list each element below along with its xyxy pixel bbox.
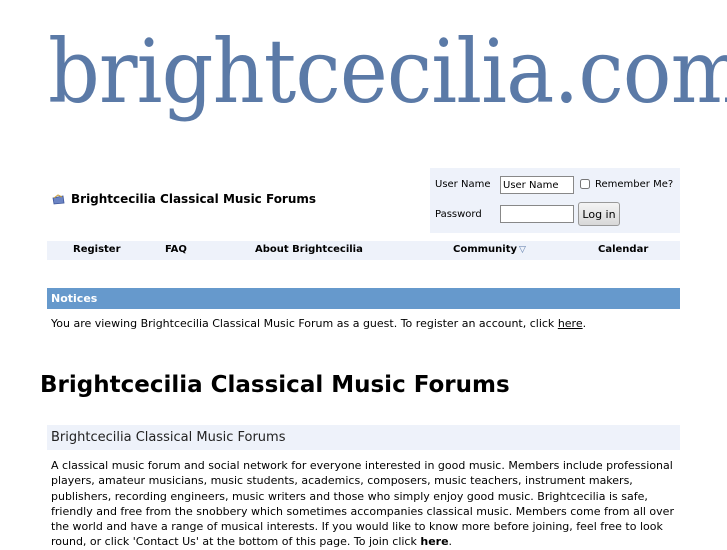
password-input[interactable] [500, 205, 574, 223]
forum-title[interactable]: Brightcecilia Classical Music Forums [71, 192, 316, 206]
login-panel: User Name Remember Me? Password Log in [430, 168, 680, 233]
username-input[interactable] [500, 176, 574, 194]
nav-about[interactable]: About Brightcecilia [255, 244, 363, 255]
nav-faq[interactable]: FAQ [165, 244, 187, 255]
chevron-down-icon[interactable]: ▽ [519, 245, 526, 255]
join-link[interactable]: here [420, 535, 448, 548]
forum-description-text: A classical music forum and social netwo… [51, 459, 674, 549]
notices-header-label: Notices [51, 292, 98, 305]
remember-me-checkbox[interactable] [580, 179, 590, 189]
forum-description-end: . [448, 535, 453, 549]
password-label: Password [435, 209, 482, 220]
login-button[interactable]: Log in [578, 202, 620, 226]
register-link[interactable]: here [558, 317, 583, 330]
notice-text-body: You are viewing Brightcecilia Classical … [51, 317, 558, 330]
section-header-label: Brightcecilia Classical Music Forums [51, 430, 286, 445]
nav-calendar[interactable]: Calendar [598, 244, 648, 255]
username-label: User Name [435, 179, 491, 190]
forum-description: A classical music forum and social netwo… [51, 458, 681, 550]
forum-icon [52, 193, 65, 204]
notice-text-end: . [582, 317, 587, 330]
page-title: Brightcecilia Classical Music Forums [40, 372, 510, 398]
forum-title-row: Brightcecilia Classical Music Forums [52, 192, 316, 206]
remember-me-label[interactable]: Remember Me? [595, 179, 673, 190]
site-logo[interactable]: brightcecilia.com [48, 28, 727, 116]
notices-header: Notices [47, 288, 680, 309]
navbar: Register FAQ About Brightcecilia Communi… [47, 241, 680, 260]
section-header: Brightcecilia Classical Music Forums [47, 425, 680, 450]
notice-text: You are viewing Brightcecilia Classical … [51, 317, 586, 330]
nav-community[interactable]: Community ▽ [453, 244, 526, 255]
nav-community-label: Community [453, 244, 518, 255]
nav-register[interactable]: Register [73, 244, 121, 255]
